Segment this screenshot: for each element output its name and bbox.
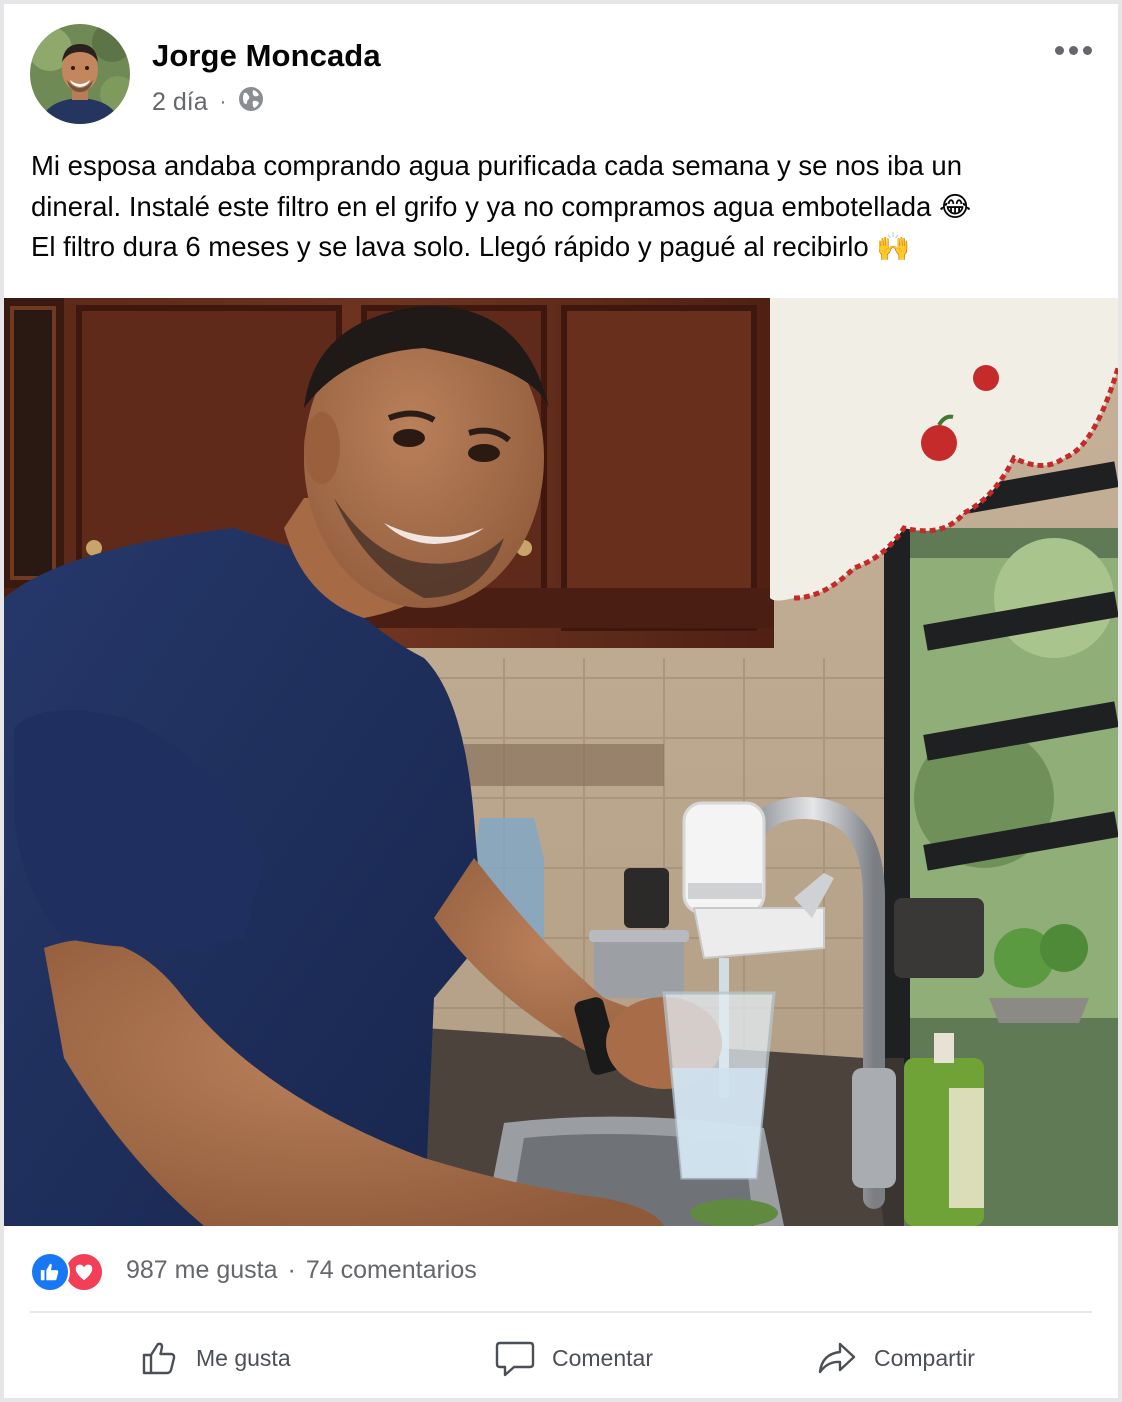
- reaction-counts: 987 me gusta · 74 comentarios: [126, 1256, 477, 1285]
- share-button[interactable]: Compartir: [816, 1322, 975, 1394]
- share-arrow-icon: [816, 1338, 858, 1378]
- author-avatar[interactable]: [30, 24, 130, 124]
- post-text-line: Mi esposa andaba comprando agua purifica…: [31, 150, 963, 181]
- comments-count[interactable]: 74 comentarios: [306, 1256, 477, 1285]
- like-button[interactable]: Me gusta: [140, 1322, 291, 1394]
- post-photo[interactable]: [4, 298, 1118, 1226]
- meta-separator: ·: [219, 91, 227, 113]
- comment-button[interactable]: Comentar: [494, 1322, 653, 1394]
- comment-label: Comentar: [552, 1344, 653, 1371]
- post-card: Jorge Moncada 2 día · Mi esposa andaba c…: [4, 4, 1118, 1398]
- post-text-line: dineral. Instalé este filtro en el grifo…: [31, 190, 972, 222]
- reaction-icons: [30, 1250, 108, 1292]
- likes-count[interactable]: 987 me gusta: [126, 1256, 278, 1285]
- post-actions: Me gusta Comentar Compartir: [4, 1322, 1118, 1394]
- counts-separator: ·: [287, 1255, 296, 1284]
- comment-bubble-icon: [494, 1337, 536, 1379]
- more-options-icon[interactable]: [1055, 46, 1092, 55]
- post-meta: 2 día ·: [152, 86, 264, 119]
- reactions-summary[interactable]: 987 me gusta · 74 comentarios: [30, 1250, 477, 1292]
- globe-icon: [238, 86, 264, 119]
- love-icon: [64, 1252, 104, 1292]
- share-label: Compartir: [874, 1344, 975, 1371]
- thumbs-up-icon: [140, 1338, 180, 1378]
- actions-divider: [30, 1311, 1092, 1313]
- post-text-line: El filtro dura 6 meses y se lava solo. L…: [31, 231, 911, 262]
- like-label: Me gusta: [196, 1344, 291, 1371]
- like-icon: [30, 1252, 70, 1292]
- post-text: Mi esposa andaba comprando agua purifica…: [31, 146, 1091, 268]
- author-name[interactable]: Jorge Moncada: [152, 38, 381, 74]
- post-timestamp[interactable]: 2 día: [152, 88, 208, 117]
